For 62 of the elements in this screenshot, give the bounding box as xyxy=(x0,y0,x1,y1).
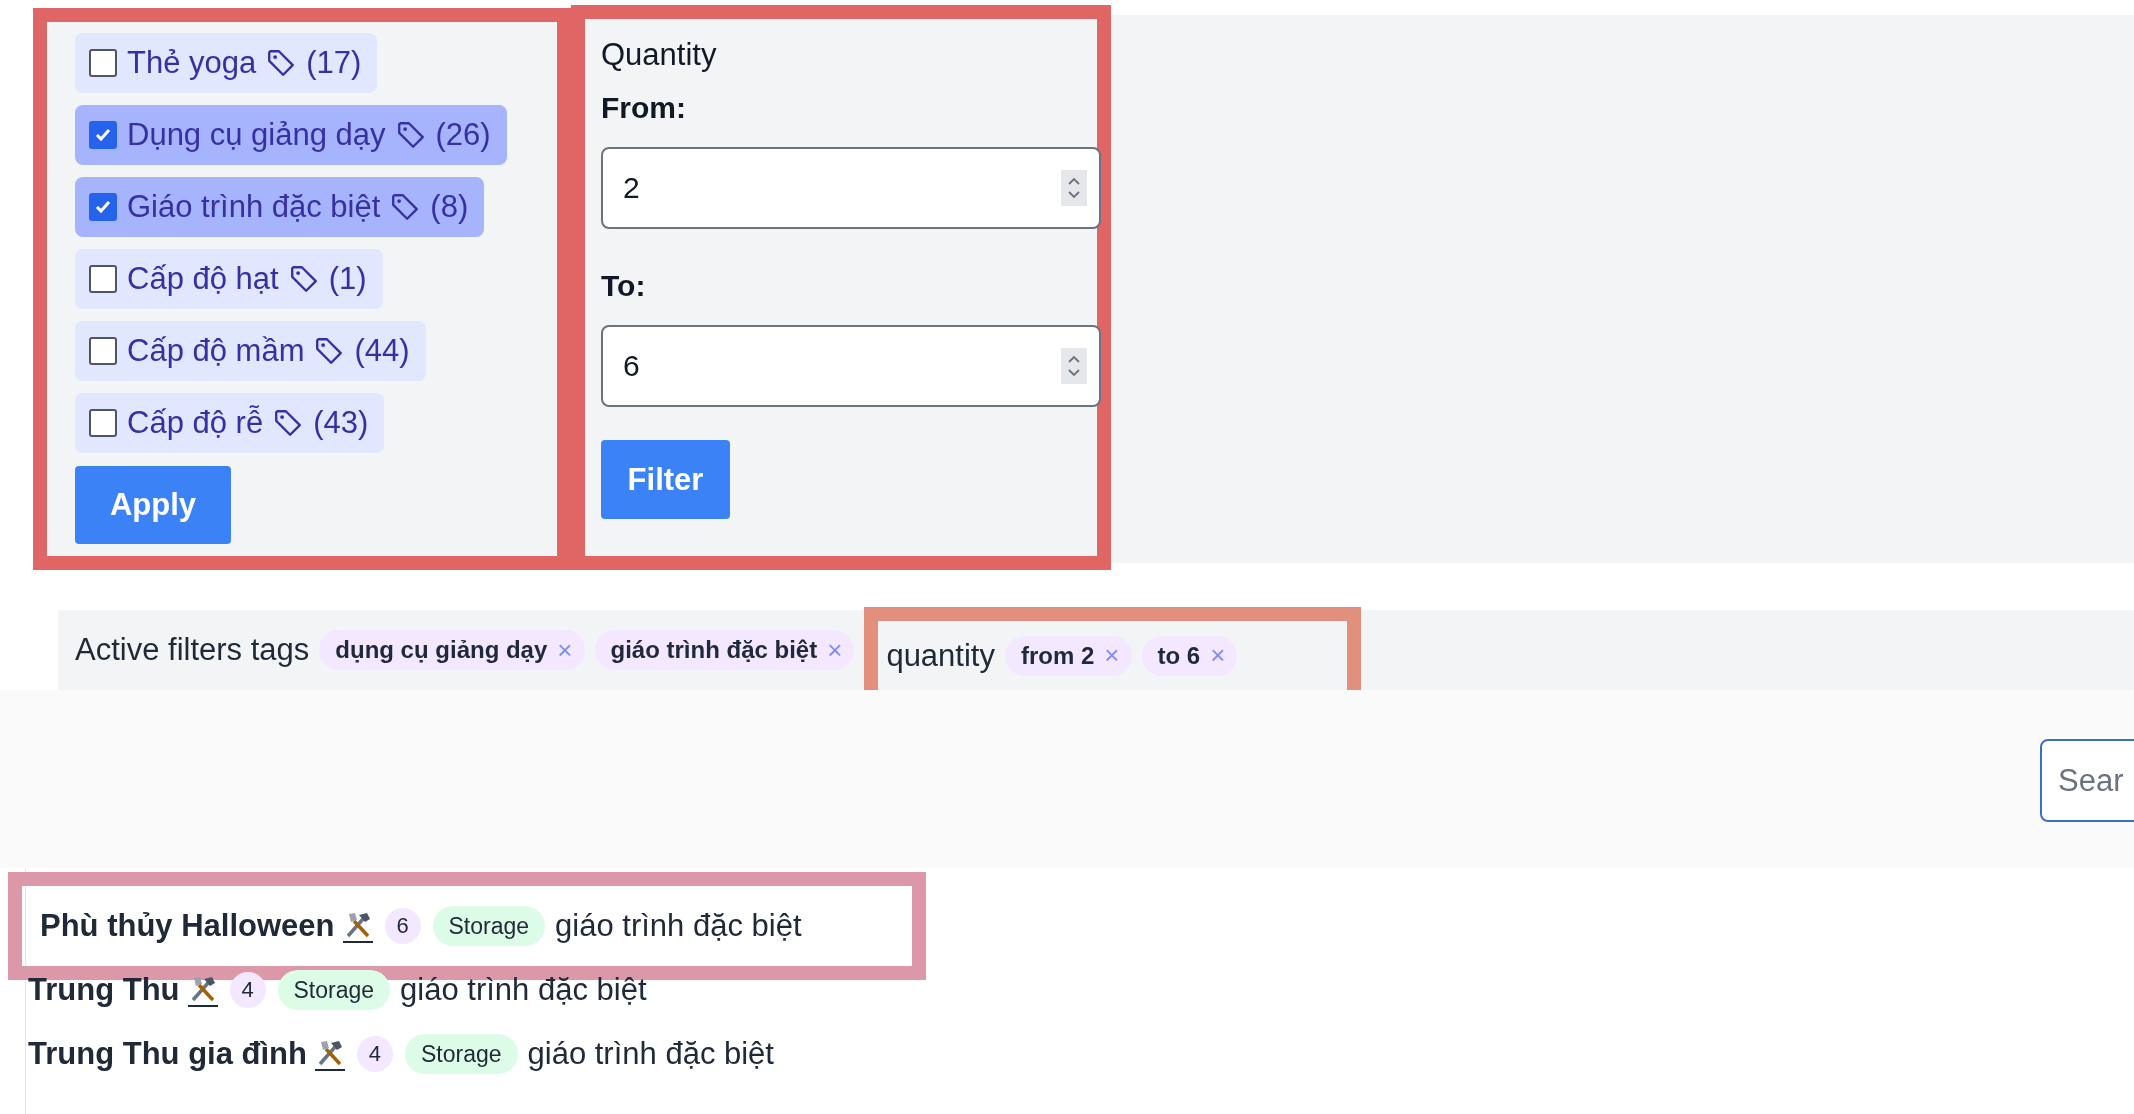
option-label: Dụng cụ giảng dạy xyxy=(127,117,386,153)
product-name: Trung Thu gia đình xyxy=(28,1036,307,1072)
tag-icon xyxy=(273,408,304,438)
product-name: Phù thủy Halloween xyxy=(40,908,335,944)
option-label: Giáo trình đặc biệt xyxy=(127,189,381,225)
option-count: (1) xyxy=(328,261,367,297)
tag-icon xyxy=(395,120,426,150)
from-label: From: xyxy=(601,91,686,125)
quantity-badge: 6 xyxy=(384,908,421,944)
active-filters-label: Active filters tags xyxy=(75,632,310,668)
quantity-badge: 4 xyxy=(356,1036,393,1072)
tag-option[interactable]: Cấp độ hạt (1) xyxy=(75,249,383,309)
checkbox[interactable] xyxy=(89,193,117,221)
checkbox[interactable] xyxy=(89,409,117,437)
location-tag: Storage xyxy=(277,970,391,1010)
tag-icon xyxy=(390,192,421,222)
quantity-title: Quantity xyxy=(601,37,717,74)
location-tag: Storage xyxy=(404,1034,518,1074)
remove-button[interactable]: × xyxy=(1210,640,1226,671)
category-text: giáo trình đặc biệt xyxy=(555,908,802,944)
spinner-icon[interactable] xyxy=(1061,170,1087,206)
option-count: (17) xyxy=(306,45,362,81)
to-field[interactable]: 6 xyxy=(601,325,1101,407)
tag-option[interactable]: Cấp độ rễ (43) xyxy=(75,393,385,453)
product-name: Trung Thu xyxy=(28,972,180,1008)
apply-button[interactable]: Apply xyxy=(75,466,231,544)
checkbox[interactable] xyxy=(89,121,117,149)
quantity-badge: 4 xyxy=(229,972,266,1008)
option-count: (26) xyxy=(435,117,491,153)
option-label: Cấp độ mầm xyxy=(127,333,305,369)
filter-tag: from 2 × xyxy=(1004,635,1132,676)
filter-tag: giáo trình đặc biệt × xyxy=(594,630,855,670)
search-field[interactable]: Sear xyxy=(2040,739,2134,822)
filter-tag: to 6 × xyxy=(1141,635,1238,676)
remove-button[interactable]: × xyxy=(827,634,843,666)
quantity-label: quantity xyxy=(886,637,995,674)
remove-button[interactable]: × xyxy=(557,634,573,666)
filter-tag: dụng cụ giảng dạy × xyxy=(319,630,585,670)
filter-button[interactable]: Filter xyxy=(601,440,730,519)
option-label: Thẻ yoga xyxy=(127,45,257,81)
tag-option[interactable]: Thẻ yoga (17) xyxy=(75,33,378,93)
location-tag: Storage xyxy=(432,906,546,946)
checkbox[interactable] xyxy=(89,337,117,365)
tag-icon xyxy=(288,264,319,294)
checkbox[interactable] xyxy=(89,265,117,293)
tag-icon xyxy=(266,48,297,78)
option-count: (44) xyxy=(354,333,410,369)
from-field[interactable]: 2 xyxy=(601,147,1101,229)
category-text: giáo trình đặc biệt xyxy=(527,1036,774,1072)
tag-option[interactable]: Dụng cụ giảng dạy (26) xyxy=(75,105,507,165)
to-label: To: xyxy=(601,269,646,303)
checkbox[interactable] xyxy=(89,49,117,77)
tag-option[interactable]: Giáo trình đặc biệt (8) xyxy=(75,177,485,237)
category-text: giáo trình đặc biệt xyxy=(400,972,647,1008)
option-count: (43) xyxy=(313,405,369,441)
tag-icon xyxy=(314,336,345,366)
option-count: (8) xyxy=(430,189,469,225)
spinner-icon[interactable] xyxy=(1061,348,1087,384)
tag-option[interactable]: Cấp độ mầm (44) xyxy=(75,321,426,381)
option-label: Cấp độ hạt xyxy=(127,261,279,297)
option-label: Cấp độ rễ xyxy=(127,405,264,441)
remove-button[interactable]: × xyxy=(1104,640,1120,671)
